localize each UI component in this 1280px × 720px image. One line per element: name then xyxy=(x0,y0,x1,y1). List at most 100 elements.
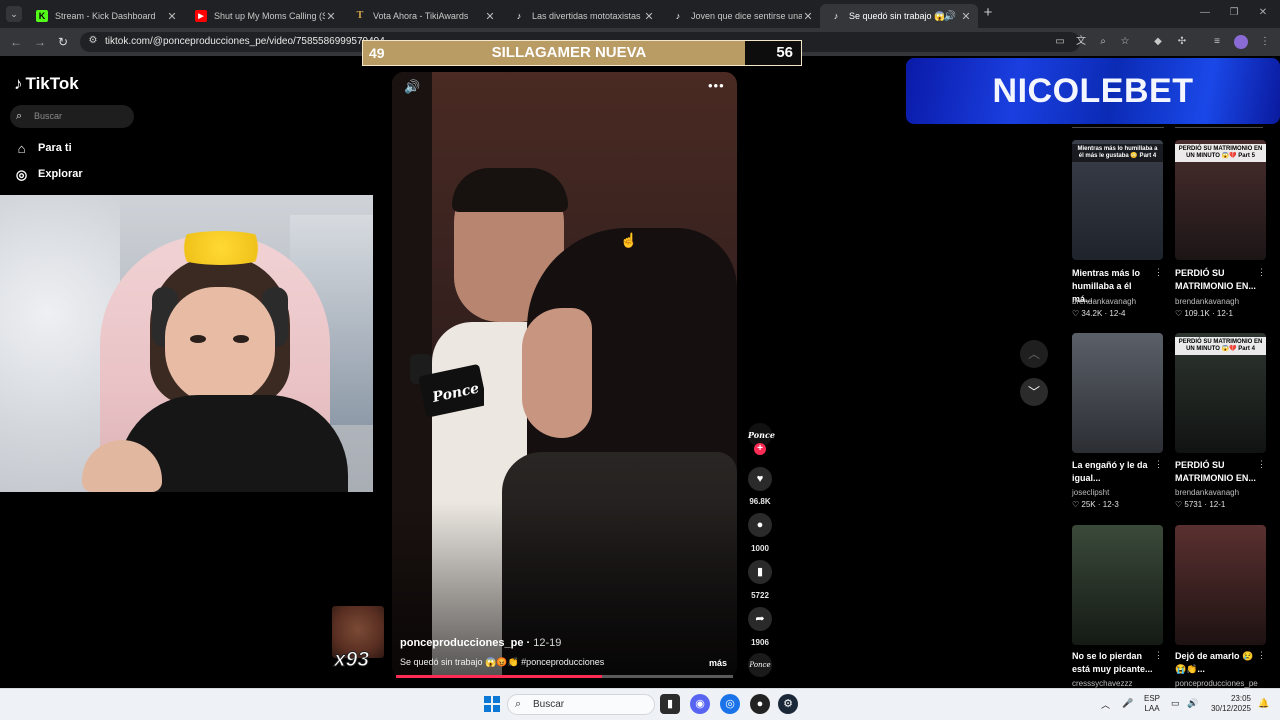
rec-thumbnail[interactable] xyxy=(1072,333,1163,453)
rec-author[interactable]: brendankavanagh xyxy=(1175,297,1239,306)
rec-more-icon[interactable]: ⋮ xyxy=(1257,650,1266,661)
video-person-face xyxy=(522,308,592,438)
puzzle-icon[interactable]: ✣ xyxy=(1175,35,1189,49)
rec-author[interactable]: cresssychavezzz xyxy=(1072,679,1132,688)
video-progress-bar[interactable] xyxy=(396,675,733,678)
rec-more-icon[interactable]: ⋮ xyxy=(1257,267,1266,278)
rec-title[interactable]: PERDIÓ SU MATRIMONIO EN... xyxy=(1175,267,1257,293)
audio-playing-icon[interactable]: 🔊 xyxy=(944,11,956,22)
chrome-icon[interactable]: ◎ xyxy=(720,694,740,714)
browser-menu-icon[interactable]: ⋮ xyxy=(1258,35,1272,49)
chevron-up-icon: ︿ xyxy=(1027,347,1040,361)
media-control-icon[interactable]: ≡ xyxy=(1210,35,1224,49)
volume-icon[interactable]: 🔊 xyxy=(1187,698,1198,709)
rec-title[interactable]: No se lo pierdan está muy picante... xyxy=(1072,650,1154,676)
rec-thumbnail[interactable]: PERDIÓ SU MATRIMONIO EN UN MINUTO 😱💔 Par… xyxy=(1175,333,1266,453)
video-author[interactable]: ponceproducciones_pe · 12-19 xyxy=(400,637,561,649)
search-input[interactable] xyxy=(10,105,134,128)
extension-icon[interactable]: ◆ xyxy=(1151,35,1165,49)
rec-author[interactable]: ponceproducciones_pe xyxy=(1175,679,1258,688)
tab-tikiawards[interactable]: T Vota Ahora - TikiAwards ✕ xyxy=(344,4,502,28)
tiktok-icon: ♪ xyxy=(14,74,23,93)
like-button[interactable]: ♥ xyxy=(748,467,772,491)
tab-close-icon[interactable]: ✕ xyxy=(802,10,814,23)
tray-overflow-icon[interactable]: ︿ xyxy=(1101,698,1110,711)
steam-icon[interactable]: ⚙ xyxy=(778,694,798,714)
rec-author[interactable]: joseclipsht xyxy=(1072,488,1109,497)
hand-cursor-icon: ☝ xyxy=(620,232,638,248)
rec-title[interactable]: PERDIÓ SU MATRIMONIO EN... xyxy=(1175,459,1257,485)
volume-icon[interactable]: 🔊 xyxy=(404,79,420,95)
author-name[interactable]: ponceproducciones_pe xyxy=(400,637,523,649)
url-text[interactable]: tiktok.com/@ponceproducciones_pe/video/7… xyxy=(105,36,385,47)
back-icon[interactable]: ← xyxy=(8,34,24,50)
tab-kick-dashboard[interactable]: K Stream - Kick Dashboard ✕ xyxy=(26,4,184,28)
webcam-overlay xyxy=(0,195,373,492)
left-score: 49 xyxy=(363,41,393,65)
tab-close-icon[interactable]: ✕ xyxy=(325,10,337,23)
eye xyxy=(190,335,206,343)
minimize-icon[interactable]: — xyxy=(1198,7,1212,21)
rec-more-icon[interactable]: ⋮ xyxy=(1154,650,1163,661)
tab-close-icon[interactable]: ✕ xyxy=(643,10,655,23)
youtube-icon: ▶ xyxy=(195,10,207,22)
tab-tiktok-joven[interactable]: ♪ Joven que dice sentirse una p ✕ xyxy=(662,4,820,28)
windows-start-icon[interactable] xyxy=(484,696,500,712)
rec-title[interactable]: Dejó de amarlo 😢😭👏... xyxy=(1175,650,1257,676)
tab-close-icon[interactable]: ✕ xyxy=(484,10,496,23)
close-window-icon[interactable]: ✕ xyxy=(1256,7,1270,21)
rec-more-icon[interactable]: ⋮ xyxy=(1154,459,1163,470)
home-icon: ⌂ xyxy=(17,140,26,156)
new-tab-button[interactable]: + xyxy=(981,5,995,20)
microphone-icon[interactable]: 🎤 xyxy=(1122,698,1133,709)
rec-thumbnail[interactable] xyxy=(1175,525,1266,645)
translate-icon[interactable]: 文 xyxy=(1074,35,1088,49)
bookmark-button[interactable]: ▮ xyxy=(748,560,772,584)
profile-avatar[interactable] xyxy=(1234,35,1248,49)
input-language[interactable]: ESP LAA xyxy=(1144,694,1160,714)
caption-more-link[interactable]: más xyxy=(709,658,727,668)
rec-thumbnail[interactable]: Mientras más lo humillaba a él más le gu… xyxy=(1072,140,1163,260)
site-info-icon[interactable]: ⚙ xyxy=(86,35,100,49)
tab-tiktok-mototaxistas[interactable]: ♪ Las divertidas mototaxistas de ✕ xyxy=(503,4,661,28)
taskview-icon[interactable]: ▮ xyxy=(660,694,680,714)
lang-code: ESP xyxy=(1144,694,1161,703)
bookmark-star-icon[interactable]: ☆ xyxy=(1118,35,1132,49)
previous-video-button[interactable]: ︿ xyxy=(1020,340,1048,368)
zoom-icon[interactable]: ⌕ xyxy=(1096,35,1110,49)
discord-icon[interactable]: ◉ xyxy=(690,694,710,714)
tab-label: Stream - Kick Dashboard xyxy=(55,11,156,21)
tab-search-icon[interactable]: ⌄ xyxy=(6,6,22,22)
music-disc[interactable]: Ponce xyxy=(748,653,772,677)
notification-bell-icon[interactable]: 🔔 xyxy=(1258,698,1269,709)
share-button[interactable]: ➦ xyxy=(748,607,772,631)
tab-youtube[interactable]: ▶ Shut up My Moms Calling (Spe ✕ xyxy=(185,4,343,28)
obs-icon[interactable]: ● xyxy=(750,694,770,714)
nav-item-explorar[interactable]: ◎ Explorar xyxy=(14,166,83,182)
follow-plus-icon[interactable]: + xyxy=(754,443,766,455)
rec-thumbnail[interactable]: PERDIÓ SU MATRIMONIO EN UN MINUTO 😱💔 Par… xyxy=(1175,140,1266,260)
rec-thumbnail[interactable] xyxy=(1072,525,1163,645)
more-options-icon[interactable]: ••• xyxy=(708,78,725,93)
tab-tiktok-active[interactable]: ♪ Se quedó sin trabajo 😱😡 🔊 ✕ xyxy=(820,4,978,28)
rec-title[interactable]: La engañó y le da igual... xyxy=(1072,459,1154,485)
tab-close-icon[interactable]: ✕ xyxy=(960,10,972,23)
nav-item-para-ti[interactable]: ⌂ Para ti xyxy=(14,140,72,156)
maximize-icon[interactable]: ❐ xyxy=(1227,7,1241,21)
rec-likes: 34.2K xyxy=(1081,309,1103,318)
forward-icon[interactable]: → xyxy=(32,34,48,50)
rec-more-icon[interactable]: ⋮ xyxy=(1257,459,1266,470)
next-video-button[interactable]: ﹀ xyxy=(1020,378,1048,406)
rec-more-icon[interactable]: ⋮ xyxy=(1154,267,1163,278)
rec-author[interactable]: brendankavanagh xyxy=(1072,297,1136,306)
video-player[interactable]: Ponce xyxy=(392,72,737,678)
network-icon[interactable]: ▭ xyxy=(1171,698,1180,709)
cast-icon[interactable]: ▭ xyxy=(1053,35,1067,49)
tab-close-icon[interactable]: ✕ xyxy=(166,10,178,23)
tiktok-logo[interactable]: ♪ TikTok xyxy=(14,74,79,94)
taskbar-clock[interactable]: 23:05 30/12/2025 xyxy=(1209,694,1251,714)
comment-button[interactable]: ● xyxy=(748,513,772,537)
taskbar-search[interactable] xyxy=(507,694,655,715)
rec-author[interactable]: brendankavanagh xyxy=(1175,488,1239,497)
reload-icon[interactable]: ↻ xyxy=(55,34,71,50)
